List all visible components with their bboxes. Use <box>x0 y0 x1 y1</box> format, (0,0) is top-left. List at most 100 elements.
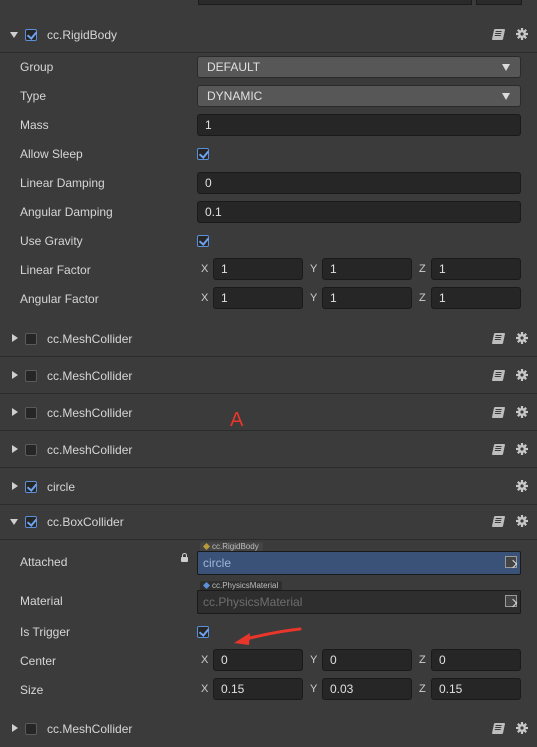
expand-toggle-icon[interactable] <box>12 371 18 379</box>
prop-label-center: Center <box>20 654 57 668</box>
dropdown-arrow-icon <box>502 64 510 71</box>
type-tag-text: cc.PhysicsMaterial <box>212 581 279 590</box>
linear-factor-z-input[interactable]: 1 <box>431 258 521 280</box>
component-header-rigidbody[interactable]: cc.RigidBody <box>0 17 537 53</box>
prop-label-group: Group <box>20 60 54 74</box>
component-title: cc.MeshCollider <box>47 332 133 346</box>
component-header-meshcollider[interactable]: cc.MeshCollider <box>0 321 537 357</box>
book-icon[interactable] <box>491 516 506 527</box>
expand-toggle-icon[interactable] <box>10 32 18 38</box>
type-select[interactable]: DYNAMIC <box>197 85 521 107</box>
book-icon[interactable] <box>491 333 506 344</box>
enable-checkbox[interactable] <box>25 516 37 528</box>
gear-icon[interactable] <box>516 722 528 734</box>
axis-label-z: Z <box>419 263 426 275</box>
axis-label-y: Y <box>310 292 318 304</box>
expand-toggle-icon[interactable] <box>12 408 18 416</box>
enable-checkbox[interactable] <box>25 407 37 419</box>
component-header-meshcollider[interactable]: cc.MeshCollider <box>0 358 537 394</box>
angular-factor-x-input[interactable]: 1 <box>213 287 303 309</box>
axis-label-z: Z <box>419 292 426 304</box>
axis-label-y: Y <box>310 654 318 666</box>
mass-input[interactable]: 1 <box>197 114 521 136</box>
book-icon[interactable] <box>491 29 506 40</box>
component-title: cc.BoxCollider <box>47 515 124 529</box>
book-icon[interactable] <box>491 407 506 418</box>
prop-label-is-trigger: Is Trigger <box>20 625 71 639</box>
book-icon[interactable] <box>491 370 506 381</box>
axis-label-x: X <box>201 683 209 695</box>
gear-icon[interactable] <box>516 406 528 418</box>
book-icon[interactable] <box>491 723 506 734</box>
group-select[interactable]: DEFAULT <box>197 56 521 78</box>
enable-checkbox[interactable] <box>25 29 37 41</box>
attached-ref-field[interactable]: circle <box>197 551 521 575</box>
axis-label-z: Z <box>419 683 426 695</box>
size-x-input[interactable]: 0.15 <box>213 678 303 700</box>
expand-toggle-icon[interactable] <box>12 482 18 490</box>
allow-sleep-checkbox[interactable] <box>197 148 209 160</box>
center-z-input[interactable]: 0 <box>431 649 521 671</box>
enable-checkbox[interactable] <box>25 444 37 456</box>
previous-field-edge <box>198 0 472 5</box>
material-ref-field[interactable]: cc.PhysicsMaterial <box>197 590 521 614</box>
gear-icon[interactable] <box>516 480 528 492</box>
book-icon[interactable] <box>491 444 506 455</box>
prop-label-mass: Mass <box>20 118 49 132</box>
prop-label-material: Material <box>20 594 63 608</box>
gear-icon[interactable] <box>516 443 528 455</box>
gear-icon[interactable] <box>516 332 528 344</box>
linear-factor-x-input[interactable]: 1 <box>213 258 303 280</box>
expand-toggle-icon[interactable] <box>12 334 18 342</box>
prop-label-type: Type <box>20 89 47 103</box>
locate-icon[interactable] <box>505 595 517 607</box>
angular-damping-input[interactable]: 0.1 <box>197 201 521 223</box>
node-type-icon <box>202 542 211 551</box>
type-tag-text: cc.RigidBody <box>212 542 259 551</box>
prop-label-angular-factor: Angular Factor <box>20 292 99 306</box>
material-placeholder: cc.PhysicsMaterial <box>203 595 303 609</box>
use-gravity-checkbox[interactable] <box>197 235 209 247</box>
enable-checkbox[interactable] <box>25 723 37 735</box>
gear-icon[interactable] <box>516 369 528 381</box>
component-header-meshcollider[interactable]: cc.MeshCollider <box>0 395 537 431</box>
center-x-input[interactable]: 0 <box>213 649 303 671</box>
component-title: cc.MeshCollider <box>47 443 133 457</box>
asset-type-icon <box>202 581 211 590</box>
angular-factor-z-input[interactable]: 1 <box>431 287 521 309</box>
linear-damping-input[interactable]: 0 <box>197 172 521 194</box>
is-trigger-checkbox[interactable] <box>197 626 209 638</box>
component-header-meshcollider[interactable]: cc.MeshCollider <box>0 711 537 747</box>
size-z-input[interactable]: 0.15 <box>431 678 521 700</box>
prop-label-allow-sleep: Allow Sleep <box>20 147 83 161</box>
prop-label-angular-damping: Angular Damping <box>20 205 113 219</box>
gear-icon[interactable] <box>516 515 528 527</box>
attached-value: circle <box>203 556 232 570</box>
enable-checkbox[interactable] <box>25 370 37 382</box>
center-y-input[interactable]: 0 <box>322 649 412 671</box>
dropdown-arrow-icon <box>502 93 510 100</box>
component-header-boxcollider[interactable]: cc.BoxCollider <box>0 504 537 540</box>
angular-factor-y-input[interactable]: 1 <box>322 287 412 309</box>
previous-field-edge <box>476 0 522 5</box>
component-title: cc.RigidBody <box>47 28 118 42</box>
locate-icon[interactable] <box>505 556 517 568</box>
expand-toggle-icon[interactable] <box>10 519 18 525</box>
component-header-circle[interactable]: circle <box>0 469 537 505</box>
component-title: cc.MeshCollider <box>47 369 133 383</box>
enable-checkbox[interactable] <box>25 481 37 493</box>
enable-checkbox[interactable] <box>25 333 37 345</box>
gear-icon[interactable] <box>516 28 528 40</box>
lock-icon <box>181 553 188 562</box>
group-select-value: DEFAULT <box>207 60 261 74</box>
component-title: cc.MeshCollider <box>47 722 133 736</box>
size-y-input[interactable]: 0.03 <box>322 678 412 700</box>
axis-label-x: X <box>201 263 209 275</box>
component-title: circle <box>47 480 76 494</box>
linear-factor-y-input[interactable]: 1 <box>322 258 412 280</box>
prop-label-use-gravity: Use Gravity <box>20 234 83 248</box>
axis-label-y: Y <box>310 263 318 275</box>
axis-label-x: X <box>201 654 209 666</box>
expand-toggle-icon[interactable] <box>12 445 18 453</box>
component-header-meshcollider[interactable]: cc.MeshCollider <box>0 432 537 468</box>
